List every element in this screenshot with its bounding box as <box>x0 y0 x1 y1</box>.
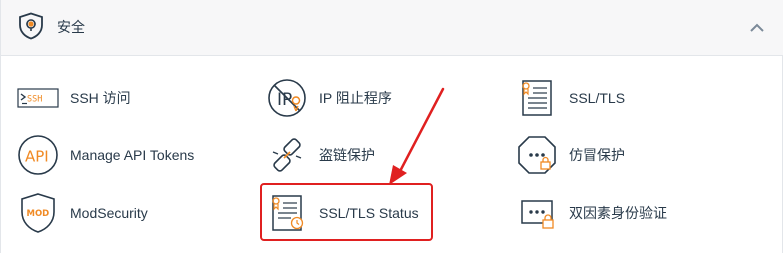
svg-text:SSH: SSH <box>27 95 42 105</box>
certificate-icon <box>522 80 552 116</box>
section-title: 安全 <box>57 19 85 35</box>
shield-icon <box>19 12 43 40</box>
item-ssl-tls[interactable]: SSL/TLS <box>515 73 625 123</box>
item-hotlink-protection[interactable]: 盗链保护 <box>265 130 375 180</box>
svg-text:API: API <box>25 148 49 166</box>
item-label: SSH 访问 <box>70 90 131 106</box>
item-label: 仿冒保护 <box>569 147 625 163</box>
broken-link-icon <box>272 138 302 172</box>
item-ssh-access[interactable]: SSH SSH 访问 <box>16 73 131 123</box>
svg-text:MOD: MOD <box>27 209 50 219</box>
item-two-factor-auth[interactable]: 双因素身份验证 <box>515 188 667 238</box>
security-panel: 安全 SSH SSH 访问 IP IP 阻止程序 SSL/TLS API Man… <box>0 0 783 253</box>
item-ip-blocker[interactable]: IP IP 阻止程序 <box>265 73 392 123</box>
item-leech-protection[interactable]: 仿冒保护 <box>515 130 625 180</box>
ssh-terminal-icon: SSH <box>17 88 59 108</box>
section-header[interactable]: 安全 <box>1 0 783 56</box>
ip-blocker-icon: IP <box>268 79 306 117</box>
api-icon: API <box>18 135 58 175</box>
item-label: SSL/TLS <box>569 90 626 106</box>
item-modsecurity[interactable]: MOD ModSecurity <box>16 188 148 238</box>
item-label: ModSecurity <box>70 205 148 221</box>
leech-protection-icon <box>518 136 556 174</box>
chevron-up-icon[interactable] <box>747 18 767 38</box>
item-label: Manage API Tokens <box>70 147 195 163</box>
highlight-box <box>260 183 433 241</box>
item-manage-api-tokens[interactable]: API Manage API Tokens <box>16 130 194 180</box>
two-factor-icon <box>521 200 554 229</box>
item-label: 盗链保护 <box>319 147 375 163</box>
annotation-arrow-icon <box>389 87 445 185</box>
item-label: 双因素身份验证 <box>569 205 667 221</box>
modsecurity-shield-icon: MOD <box>21 193 55 233</box>
